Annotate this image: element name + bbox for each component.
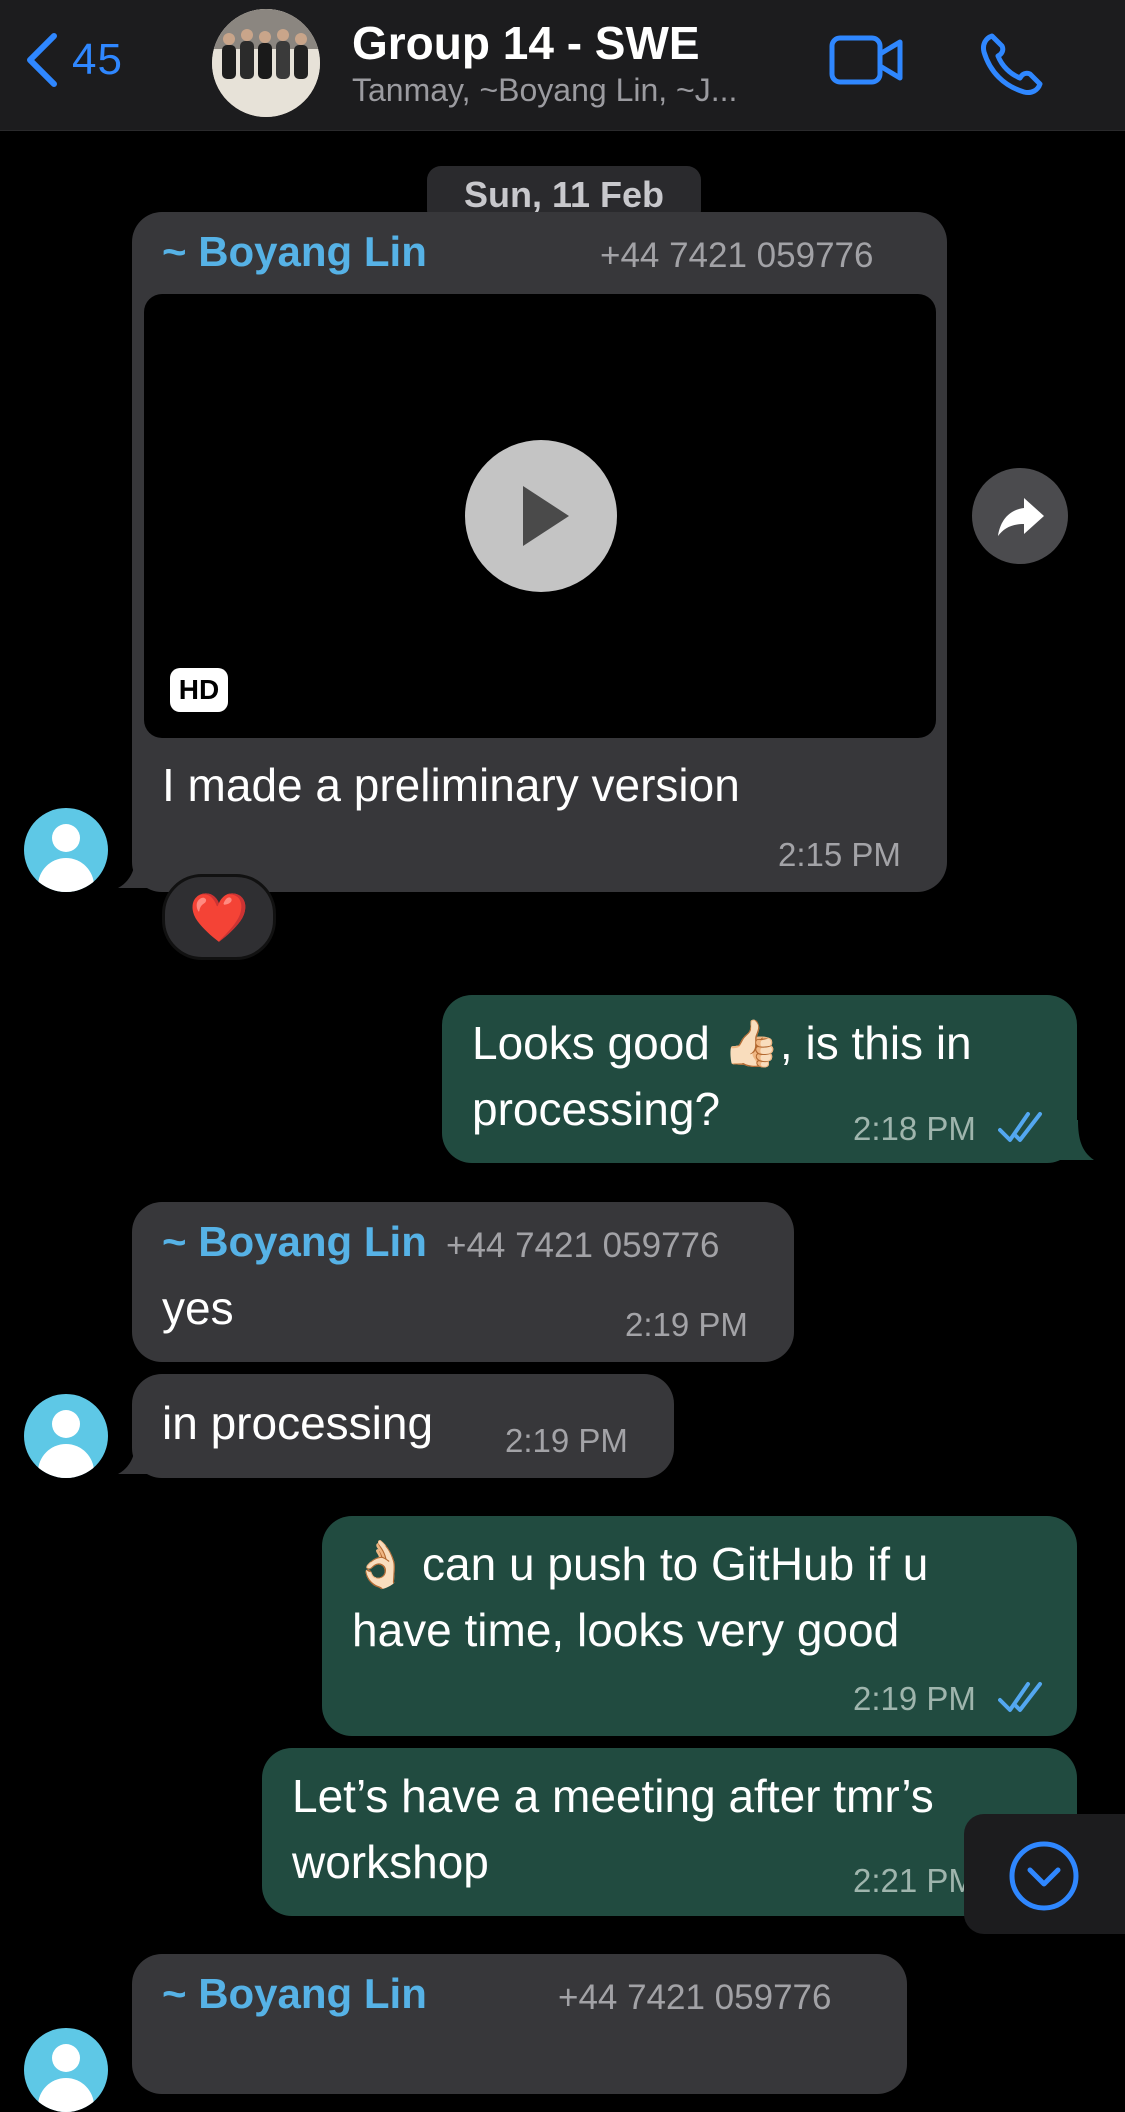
sender-avatar[interactable] <box>24 2028 108 2112</box>
message-time: 2:19 PM <box>853 1680 976 1717</box>
reaction-badge[interactable]: ❤️ <box>162 874 276 960</box>
sender-name[interactable]: ~ Boyang Lin <box>162 228 427 276</box>
message-time: 2:18 PM <box>853 1110 976 1147</box>
back-button[interactable]: 45 <box>22 30 123 90</box>
group-photo <box>212 9 320 117</box>
chat-header: 45 Group 14 - SWE Tanmay, ~Boyang Lin, ~… <box>0 0 1125 131</box>
message-time: 2:15 PM <box>778 836 901 873</box>
message-text: have time, looks very good <box>352 1604 900 1656</box>
message-text: Looks good 👍🏻, is this in <box>472 1017 972 1069</box>
sender-phone: +44 7421 059776 <box>600 236 874 275</box>
sender-name[interactable]: ~ Boyang Lin <box>162 1970 427 2018</box>
message-text: workshop <box>292 1836 489 1888</box>
bubble-tail <box>1060 1120 1094 1160</box>
sender-phone: +44 7421 059776 <box>446 1226 720 1265</box>
read-receipt-icon <box>998 1112 1042 1142</box>
chevron-down-circle-icon <box>1009 1841 1079 1911</box>
play-button[interactable] <box>465 440 617 592</box>
bubble-tail <box>118 1434 158 1474</box>
hd-badge: HD <box>170 668 228 712</box>
chat-members[interactable]: Tanmay, ~Boyang Lin, ~J... <box>352 72 812 109</box>
group-avatar[interactable] <box>212 9 320 117</box>
message-time: 2:21 PM <box>853 1862 976 1899</box>
message-time: 2:19 PM <box>505 1422 628 1459</box>
message-text: yes <box>162 1282 234 1334</box>
unread-count: 45 <box>72 35 123 84</box>
chevron-left-icon <box>27 33 57 87</box>
phone-call-icon[interactable] <box>978 30 1046 98</box>
read-receipt-icon <box>998 1682 1042 1712</box>
message-text: I made a preliminary version <box>162 759 740 811</box>
chat-title[interactable]: Group 14 - SWE <box>352 16 700 70</box>
message-time: 2:19 PM <box>625 1306 748 1343</box>
sender-avatar[interactable] <box>24 808 108 892</box>
message-text: Let’s have a meeting after tmr’s <box>292 1770 934 1822</box>
message-text: 👌🏻 can u push to GitHub if u <box>352 1538 929 1590</box>
heart-reaction: ❤️ <box>189 891 249 945</box>
message-text: processing? <box>472 1083 721 1135</box>
forward-icon <box>998 498 1044 536</box>
forward-button[interactable] <box>972 468 1068 564</box>
scroll-to-bottom-button[interactable] <box>964 1814 1125 1934</box>
message-text: in processing <box>162 1397 434 1449</box>
play-icon <box>523 486 569 546</box>
sender-avatar[interactable] <box>24 1394 108 1478</box>
sender-phone: +44 7421 059776 <box>558 1978 832 2017</box>
bubble-tail <box>118 848 158 888</box>
sender-name[interactable]: ~ Boyang Lin <box>162 1218 427 1266</box>
video-call-icon[interactable] <box>828 28 906 92</box>
